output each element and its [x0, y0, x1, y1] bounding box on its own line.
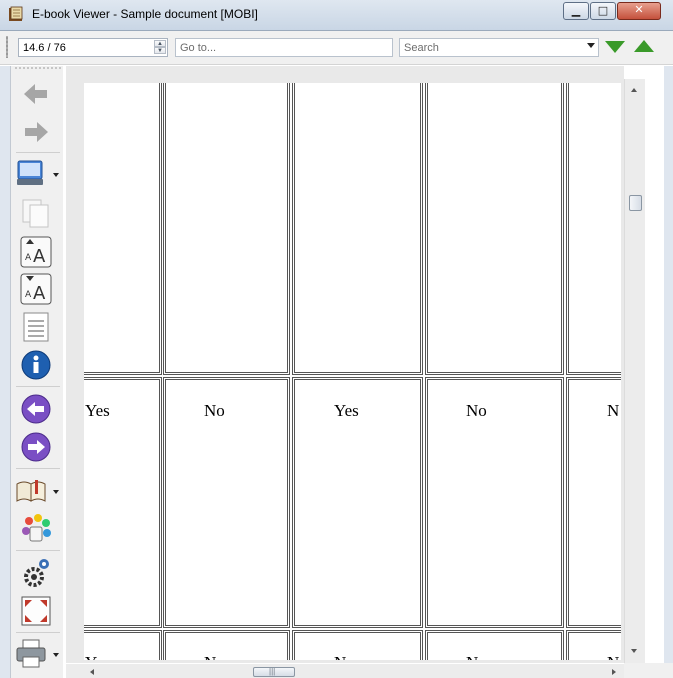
minimize-icon: ▁	[571, 4, 581, 17]
spin-up-icon[interactable]: ▲	[154, 40, 166, 47]
next-page-button[interactable]	[19, 430, 53, 464]
minimize-button[interactable]: ▁	[563, 2, 589, 20]
table-cell-text: Y	[85, 653, 97, 660]
table-cell	[84, 83, 162, 375]
scroll-down-icon[interactable]	[631, 649, 637, 653]
table-cell	[292, 630, 423, 660]
document-view[interactable]: Yes No Yes No N Y N N N N	[66, 66, 624, 663]
toolbar-grip[interactable]	[6, 36, 8, 58]
svg-text:A: A	[33, 246, 46, 267]
bookmarks-button[interactable]	[14, 474, 48, 508]
preferences-button[interactable]	[19, 556, 53, 590]
forward-button[interactable]	[19, 115, 53, 149]
table-cell	[163, 83, 290, 375]
font-size-smaller-icon: A A	[20, 273, 52, 305]
goto-field[interactable]	[175, 38, 393, 57]
ebook-viewer-icon	[9, 6, 23, 21]
find-next-triangle-icon[interactable]	[605, 41, 625, 53]
position-input[interactable]	[23, 40, 148, 55]
table-cell-text: Yes	[334, 401, 359, 420]
table-cell	[425, 377, 564, 628]
table-cell-text: No	[466, 401, 487, 420]
back-arrow-icon	[24, 84, 47, 104]
search-input[interactable]	[404, 40, 580, 55]
scroll-right-icon[interactable]	[612, 669, 616, 675]
table-cell-text: Yes	[85, 401, 110, 420]
theme-button[interactable]	[19, 512, 53, 546]
left-toolbar-grip[interactable]	[14, 67, 62, 69]
scroll-up-icon[interactable]	[631, 88, 637, 92]
copy-button[interactable]	[19, 196, 53, 230]
scroll-left-icon[interactable]	[90, 669, 94, 675]
maximize-button[interactable]: □	[590, 2, 616, 20]
reference-mode-dropdown-icon[interactable]	[53, 173, 59, 177]
previous-page-icon	[21, 394, 51, 424]
sidebar-separator	[16, 468, 60, 469]
back-button[interactable]	[19, 77, 53, 111]
preferences-gear-icon	[24, 559, 49, 587]
svg-text:A: A	[33, 283, 46, 304]
table-cell	[163, 630, 290, 660]
sidebar-separator	[16, 152, 60, 153]
metadata-button[interactable]	[19, 348, 53, 382]
print-icon	[16, 639, 46, 668]
spin-down-icon[interactable]: ▼	[154, 47, 166, 54]
print-dropdown-icon[interactable]	[53, 653, 59, 657]
grip-lines-icon: |||	[269, 667, 276, 676]
bookmarks-icon	[16, 480, 46, 502]
table-cell-text: No	[204, 401, 225, 420]
svg-text:A: A	[25, 253, 32, 263]
table-cell	[425, 630, 564, 660]
table-cell	[292, 83, 423, 375]
search-combobox[interactable]	[399, 38, 599, 57]
table-cell-text: N	[466, 653, 478, 660]
print-button[interactable]	[14, 637, 48, 671]
font-size-smaller-button[interactable]: A A	[19, 272, 53, 306]
search-dropdown-arrow-icon[interactable]	[587, 43, 595, 48]
scrollbar-corner	[624, 663, 673, 678]
info-icon	[21, 350, 51, 380]
table-of-contents-button[interactable]	[19, 310, 53, 344]
close-button[interactable]: ✕	[617, 2, 661, 20]
title-bar: E-book Viewer - Sample document [MOBI] ▁…	[0, 0, 673, 31]
table-cell-text: N	[607, 401, 620, 420]
window-left-edge	[0, 66, 11, 678]
vertical-scroll-thumb[interactable]	[629, 195, 642, 211]
font-size-larger-button[interactable]: A A	[19, 235, 53, 269]
horizontal-scroll-thumb[interactable]: |||	[253, 667, 295, 677]
window-right-edge	[664, 66, 673, 678]
fullscreen-button[interactable]	[19, 594, 53, 628]
table-cell-text: N	[607, 653, 619, 660]
table-of-contents-icon	[23, 312, 49, 342]
fullscreen-icon	[21, 596, 51, 626]
table-cell	[425, 83, 564, 375]
table-cell-text: N	[204, 653, 216, 660]
theme-icon	[22, 514, 51, 542]
find-previous-triangle-icon[interactable]	[634, 40, 654, 52]
reference-mode-icon	[17, 160, 43, 185]
table-cell-text: N	[334, 653, 346, 660]
position-spinbox[interactable]: ▲ ▼	[18, 38, 168, 57]
previous-page-button[interactable]	[19, 392, 53, 426]
reference-mode-button[interactable]	[14, 156, 48, 190]
document-page: Yes No Yes No N Y N N N N	[84, 83, 621, 660]
horizontal-scrollbar[interactable]: |||	[66, 664, 624, 678]
table-cell	[566, 83, 621, 375]
sidebar-separator	[16, 632, 60, 633]
table-cell	[163, 377, 290, 628]
window-title: E-book Viewer - Sample document [MOBI]	[32, 7, 258, 21]
spinbox-arrows[interactable]: ▲ ▼	[154, 40, 166, 55]
svg-text:A: A	[25, 290, 32, 300]
goto-input[interactable]	[180, 40, 385, 55]
vertical-scrollbar[interactable]	[624, 79, 645, 663]
close-icon: ✕	[634, 3, 644, 16]
sidebar-separator	[16, 550, 60, 551]
next-page-icon	[21, 432, 51, 462]
maximize-icon: □	[597, 4, 609, 17]
bookmarks-dropdown-icon[interactable]	[53, 490, 59, 494]
font-size-larger-icon: A A	[20, 236, 52, 268]
sidebar-separator	[16, 386, 60, 387]
forward-arrow-icon	[25, 122, 48, 142]
copy-icon	[22, 199, 49, 228]
